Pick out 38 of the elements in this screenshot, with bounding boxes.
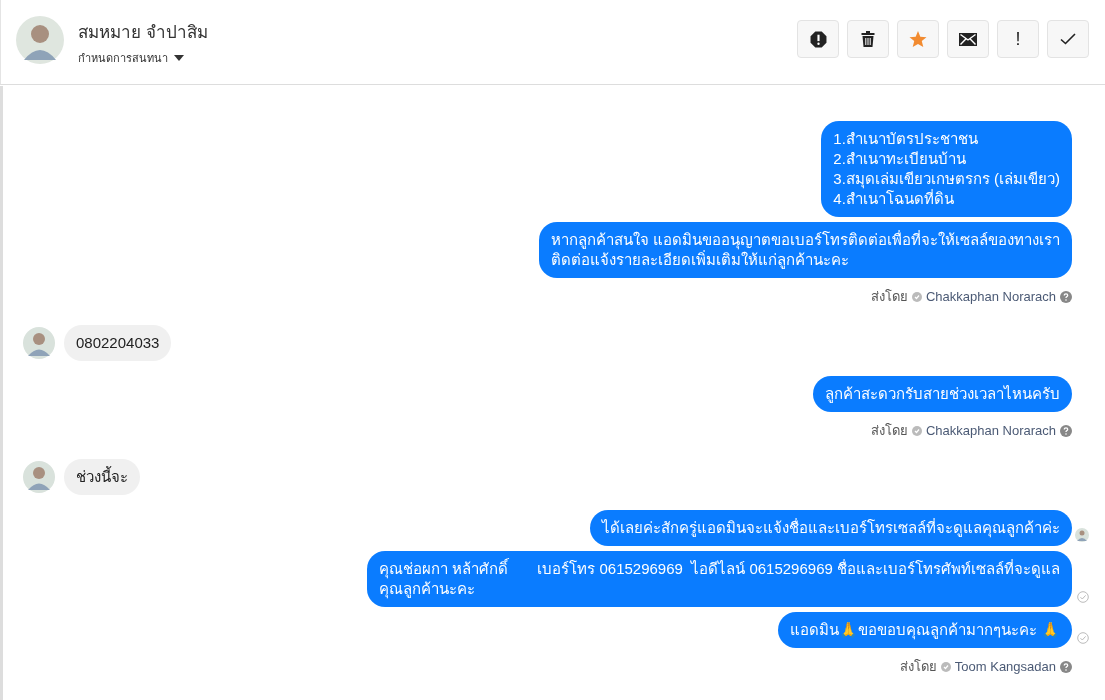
message-bubble: 0802204033	[64, 325, 172, 361]
alert-icon	[809, 30, 827, 48]
sender-link[interactable]: Chakkaphan Norarach	[925, 423, 1056, 438]
check-icon	[1060, 33, 1076, 45]
message-bubble: 1.สำเนาบัตรประชาชน 2.สำเนาทะเบียนบ้าน 3.สมุดเล่มเขียวเกษตรกร (เล่มเขียว) 4.สำเนาโฉนดที่ดิน	[821, 121, 1072, 217]
caret-icon	[174, 54, 184, 61]
sent-by-label: ส่งโดย	[899, 658, 937, 676]
check-circle-icon	[1077, 591, 1089, 603]
message-bubble: ได้เลยค่ะสักครู่แอดมินจะแจ้งชื่อและเบอร์โทรเซลล์ที่จะดูแลคุณลูกค้าค่ะ	[590, 510, 1072, 546]
trash-icon	[861, 31, 875, 47]
message-bubble: แอดมิน🙏ขอขอบคุณลูกค้ามากๆนะคะ 🙏	[777, 612, 1072, 648]
sent-by-label: ส่งโดย	[870, 288, 908, 306]
seen-avatar-icon	[1075, 528, 1089, 542]
toolbar-button[interactable]: !	[997, 20, 1039, 58]
toolbar-button[interactable]	[797, 20, 839, 58]
help-icon[interactable]	[1060, 660, 1072, 673]
conversation-menu[interactable]: กำหนดการสนทนา	[78, 48, 184, 67]
message-bubble: หากลูกค้าสนใจ แอดมินขออนุญาตขอเบอร์โทรติดต่อเพื่อที่จะให้เซลล์ของทางเรา ติดต่อแจ้งรายละเอียดเพิ่มเติมให้แก่ลูกค้านะคะ	[538, 222, 1072, 278]
star-icon	[909, 30, 927, 48]
avatar	[23, 461, 55, 493]
sent-by-label: ส่งโดย	[870, 422, 908, 440]
check-circle-icon	[1077, 632, 1089, 644]
sender-link[interactable]: Toom Kangsadan	[954, 659, 1056, 674]
toolbar-button[interactable]	[947, 20, 989, 58]
message-bubble: คุณช่อผกา หล้าศักดิ์ เบอร์โทร 0615296969 ไอดีไลน์ 0615296969 ชื่อและเบอร์โทรศัพท์เซลล์ที่จะดูแล คุณลูกค้านะคะ	[366, 551, 1072, 607]
check-badge-icon	[911, 291, 922, 302]
help-icon[interactable]	[1060, 290, 1072, 303]
toolbar-button[interactable]	[847, 20, 889, 58]
envelope-icon	[959, 32, 977, 46]
message-bubble: ลูกค้าสะดวกรับสายช่วงเวลาไหนครับ	[813, 376, 1072, 412]
sender-link[interactable]: Chakkaphan Norarach	[925, 289, 1056, 304]
avatar	[23, 327, 55, 359]
contact-name: สมหมาย จำปาสิม	[78, 21, 209, 44]
check-badge-icon	[940, 661, 951, 672]
message-bubble: ช่วงนี้จะ	[64, 459, 140, 495]
check-badge-icon	[911, 425, 922, 436]
help-icon[interactable]	[1060, 424, 1072, 437]
avatar	[16, 16, 64, 64]
